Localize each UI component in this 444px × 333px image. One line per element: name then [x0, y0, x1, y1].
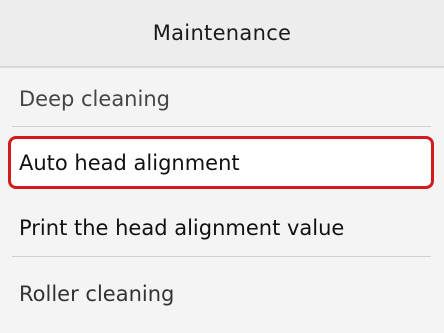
page-title: Maintenance	[152, 21, 292, 45]
menu-item-auto-head-alignment[interactable]: Auto head alignment	[8, 136, 434, 189]
menu-item-deep-cleaning[interactable]: Deep cleaning	[8, 74, 434, 124]
menu-item-label: Roller cleaning	[19, 282, 175, 306]
header-bar: Maintenance	[0, 0, 444, 68]
divider	[12, 126, 431, 127]
menu-item-roller-cleaning[interactable]: Roller cleaning	[8, 268, 434, 320]
menu-item-print-head-alignment-value[interactable]: Print the head alignment value	[8, 202, 434, 254]
menu-item-label: Deep cleaning	[19, 87, 170, 111]
divider	[12, 256, 431, 257]
menu-item-label: Print the head alignment value	[19, 216, 345, 240]
menu-item-label: Auto head alignment	[19, 150, 240, 175]
maintenance-screen: Maintenance Deep cleaning Auto head alig…	[0, 0, 444, 333]
